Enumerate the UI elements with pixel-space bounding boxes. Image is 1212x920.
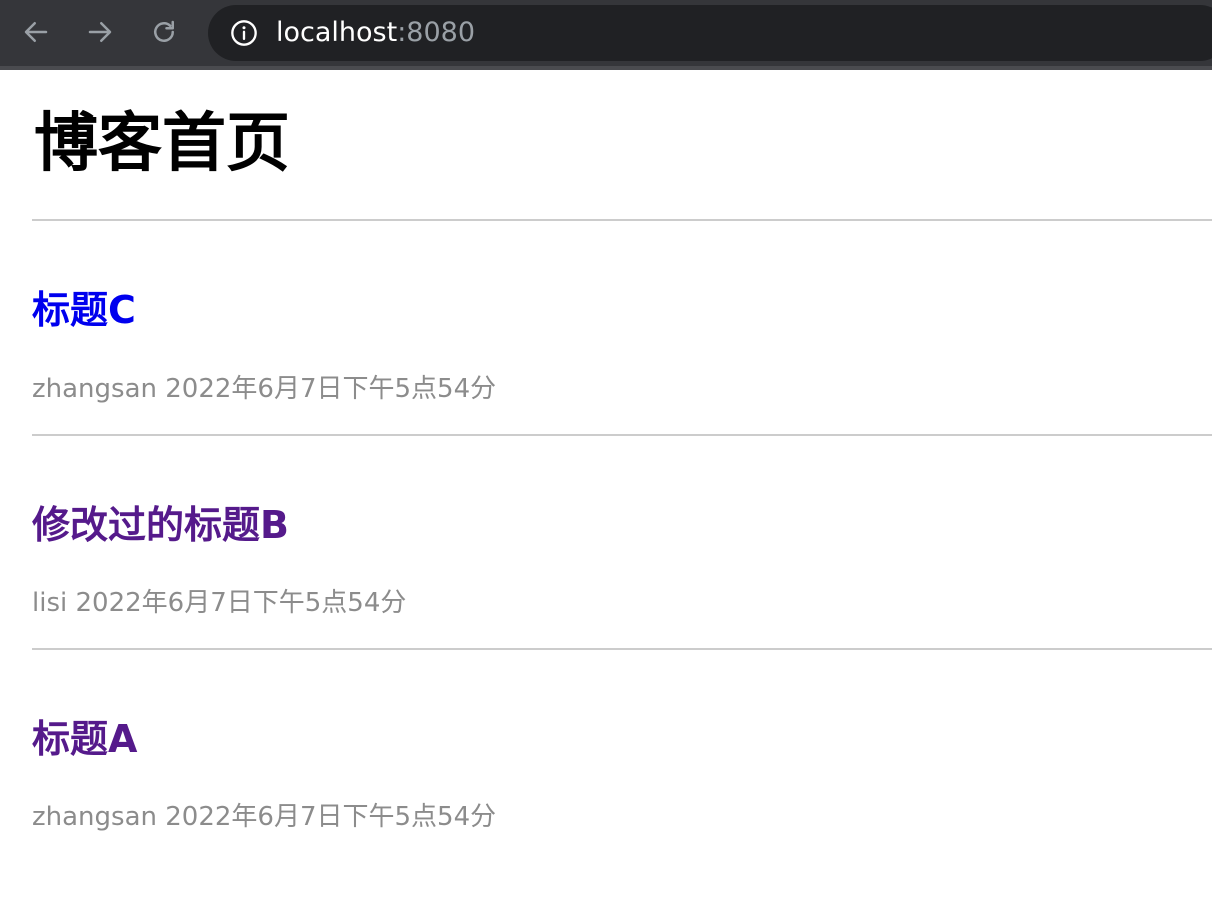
post-divider: [32, 434, 1212, 436]
url-host: localhost: [276, 17, 398, 48]
post-date: 2022年6月7日下午5点54分: [165, 374, 497, 404]
forward-button[interactable]: [82, 14, 118, 50]
post-title-link[interactable]: 标题C: [32, 288, 136, 332]
post-date: 2022年6月7日下午5点54分: [75, 588, 407, 618]
url-port: :8080: [397, 17, 476, 48]
post-meta: zhangsan 2022年6月7日下午5点54分: [32, 374, 496, 404]
post-meta: lisi 2022年6月7日下午5点54分: [32, 588, 406, 618]
post-meta: zhangsan 2022年6月7日下午5点54分: [32, 802, 496, 832]
info-icon[interactable]: [230, 19, 258, 47]
reload-icon: [154, 20, 174, 42]
page-title: 博客首页: [34, 107, 290, 181]
post-title-link[interactable]: 标题A: [32, 717, 137, 761]
post-author: lisi: [32, 588, 68, 618]
post-author: zhangsan: [32, 374, 157, 404]
arrow-right-icon: [88, 22, 112, 42]
browser-toolbar: localhost:8080: [0, 0, 1212, 70]
post-date: 2022年6月7日下午5点54分: [165, 802, 497, 832]
header-divider: [32, 219, 1212, 221]
back-button[interactable]: [18, 14, 54, 50]
post-title-link[interactable]: 修改过的标题B: [32, 503, 289, 547]
arrow-left-icon: [24, 22, 48, 42]
reload-button[interactable]: [146, 14, 182, 50]
post-divider: [32, 648, 1212, 650]
post-author: zhangsan: [32, 802, 157, 832]
url-text[interactable]: localhost:8080: [276, 18, 475, 48]
address-bar[interactable]: localhost:8080: [208, 5, 1212, 61]
